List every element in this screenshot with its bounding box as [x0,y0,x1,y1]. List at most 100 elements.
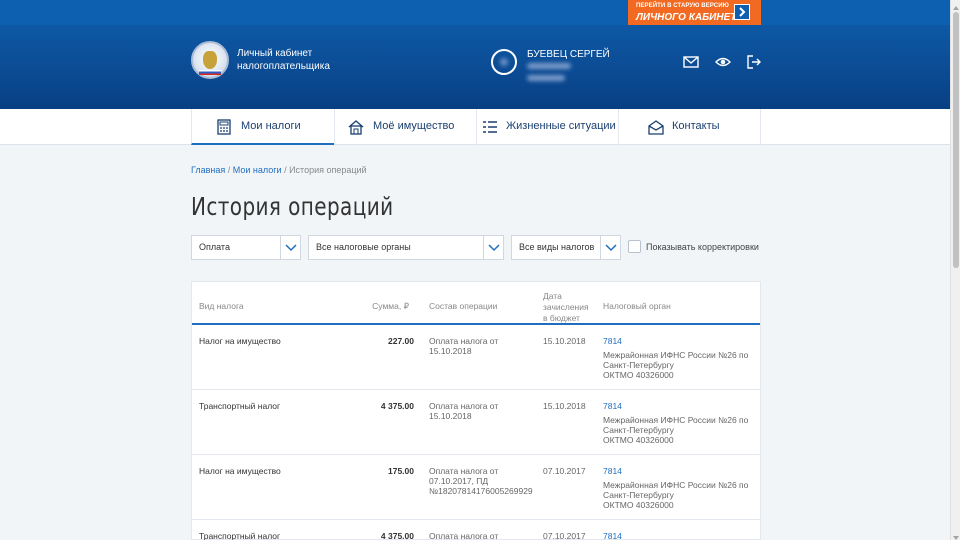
nav-item-my-taxes[interactable]: Мои налоги [191,109,334,145]
header-amount: Сумма, ₽ [372,301,409,311]
tax-type-select[interactable]: Все виды налогов [511,235,621,260]
table-row: Транспортный налог 4 375.00 Оплата налог… [192,520,760,540]
brand-line1: Личный кабинет [237,48,313,59]
breadcrumb-separator: / [281,165,290,175]
page-title: История операций [191,192,394,221]
table-row: Транспортный налог 4 375.00 Оплата налог… [192,390,760,455]
cell-authority: Межрайонная ИФНС России №26 по Санкт-Пет… [603,415,748,445]
cell-composition: Оплата налога от 07.10.2017, ПД №1820781… [429,466,533,496]
user-detail-redacted [527,63,571,69]
user-detail-redacted [527,75,565,81]
composition-line: Оплата налога от [429,336,499,346]
header-date-line2: зачисления [543,302,589,312]
nav-label: Жизненные ситуации [506,120,616,132]
fns-emblem-icon[interactable] [191,41,229,79]
operation-type-select[interactable]: Оплата [191,235,301,260]
logout-icon[interactable] [746,55,762,69]
authority-line: Санкт-Петербургу [603,425,674,435]
cell-authority-code[interactable]: 7814 [603,401,622,411]
authority-line: Санкт-Петербургу [603,490,674,500]
cell-authority: Межрайонная ИФНС России №26 по Санкт-Пет… [603,350,748,380]
authority-line: ОКТМО 40326000 [603,370,674,380]
page-scrollbar[interactable] [950,0,960,540]
header-date-line3: в бюджет [543,313,580,323]
nav-item-life-situations[interactable]: Жизненные ситуации [476,109,618,145]
cell-authority-code[interactable]: 7814 [603,466,622,476]
composition-line: 15.10.2018 [429,411,472,421]
scrollbar-thumb[interactable] [953,12,959,268]
tax-authority-select[interactable]: Все налоговые органы [308,235,504,260]
authority-line: ОКТМО 40326000 [603,435,674,445]
cell-date: 15.10.2018 [543,401,586,411]
nav-item-contacts[interactable]: Контакты [618,109,761,145]
brand-title[interactable]: Личный кабинет налогоплательщика [237,47,330,73]
cell-tax-type: Транспортный налог [199,531,281,540]
cell-tax-type: Налог на имущество [199,466,281,476]
composition-line: 07.10.2017, ПД [429,476,489,486]
top-strip [0,0,950,25]
composition-line: 15.10.2018 [429,346,472,356]
header-tax-authority: Налоговый орган [603,301,671,311]
envelope-icon [648,119,664,135]
old-version-button[interactable]: ПЕРЕЙТИ В СТАРУЮ ВЕРСИЮ ЛИЧНОГО КАБИНЕТА [628,0,761,25]
cell-amount: 175.00 [388,466,414,476]
composition-line: Оплата налога от [429,531,499,540]
cell-tax-type: Налог на имущество [199,336,281,346]
authority-line: Межрайонная ИФНС России №26 по [603,480,749,490]
avatar[interactable] [491,49,517,75]
cell-authority-code[interactable]: 7814 [603,531,622,540]
header-date-line1: Дата [543,291,562,301]
old-version-line1: ПЕРЕЙТИ В СТАРУЮ ВЕРСИЮ [636,3,729,9]
main-nav: Мои налоги Моё имущество Жизненные ситуа… [0,109,950,145]
cell-amount: 4 375.00 [380,401,414,411]
nav-label: Моё имущество [373,120,455,132]
user-name[interactable]: БУЕВЕЦ СЕРГЕЙ [527,49,610,60]
cell-date: 15.10.2018 [543,336,586,346]
chevron-right-icon [734,4,750,20]
calculator-icon [216,119,232,135]
nav-item-my-property[interactable]: Моё имущество [334,109,476,145]
show-corrections-checkbox[interactable] [628,240,641,253]
cell-composition: Оплата налога от [429,531,498,540]
operations-table: Вид налога Сумма, ₽ Состав операции Дата… [191,281,761,540]
composition-line: Оплата налога от [429,466,499,476]
brand-line2: налогоплательщика [237,61,330,72]
header-composition: Состав операции [429,301,498,311]
authority-line: Межрайонная ИФНС России №26 по [603,350,749,360]
composition-line: Оплата налога от [429,401,499,411]
authority-line: Санкт-Петербургу [603,360,674,370]
breadcrumb-home[interactable]: Главная [191,165,225,175]
cell-date: 07.10.2017 [543,531,586,540]
cell-amount: 227.00 [388,336,414,346]
cell-authority: Межрайонная ИФНС России №26 по Санкт-Пет… [603,480,748,510]
cell-date: 07.10.2017 [543,466,586,476]
chevron-down-icon [483,236,503,259]
table-header: Вид налога Сумма, ₽ Состав операции Дата… [192,282,760,325]
authority-line: ОКТМО 40326000 [603,500,674,510]
nav-label: Мои налоги [241,120,301,132]
composition-line: №18207814176005269929 [429,486,533,496]
mail-icon[interactable] [683,55,699,69]
cell-composition: Оплата налога от 15.10.2018 [429,336,498,356]
breadcrumb: Главная / Мои налоги / История операций [191,165,367,175]
table-row: Налог на имущество 175.00 Оплата налога … [192,455,760,520]
nav-label: Контакты [672,120,720,132]
tax-authority-value: Все налоговые органы [316,242,411,252]
eye-icon[interactable] [715,55,731,69]
authority-line: Межрайонная ИФНС России №26 по [603,415,749,425]
breadcrumb-my-taxes[interactable]: Мои налоги [233,165,282,175]
cell-tax-type: Транспортный налог [199,401,281,411]
scroll-up-icon[interactable] [951,0,960,10]
cell-authority-code[interactable]: 7814 [603,336,622,346]
list-icon [482,119,498,135]
breadcrumb-separator: / [225,165,233,175]
house-icon [348,119,364,135]
table-row: Налог на имущество 227.00 Оплата налога … [192,325,760,390]
breadcrumb-current: История операций [289,165,367,175]
show-corrections-label[interactable]: Показывать корректировки [646,242,759,252]
chevron-down-icon [600,236,620,259]
header-tax-type: Вид налога [199,301,244,311]
chevron-down-icon [280,236,300,259]
scroll-down-icon[interactable] [951,530,960,540]
header-date: Дата зачисления в бюджет [543,291,589,324]
